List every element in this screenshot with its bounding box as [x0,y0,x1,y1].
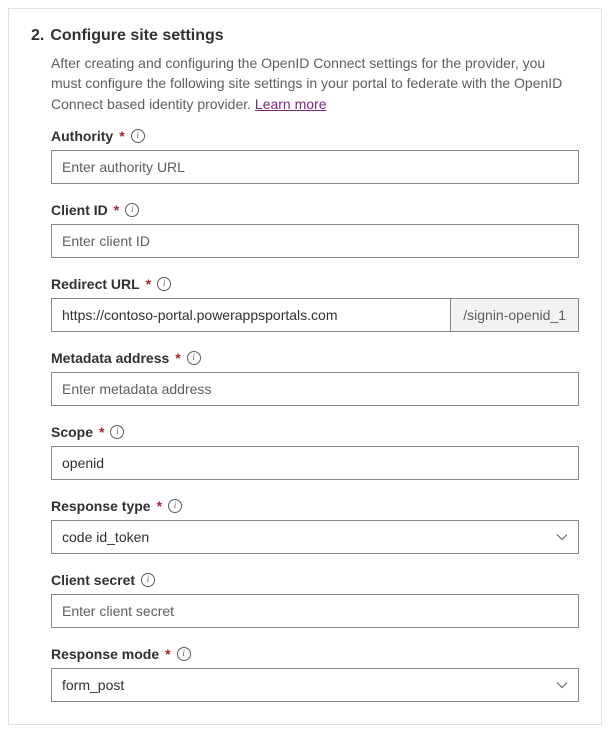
client-id-input[interactable] [51,224,579,258]
info-icon[interactable]: i [125,203,139,217]
step-title: Configure site settings [50,27,223,45]
metadata-address-field: Metadata address * i [51,350,579,406]
metadata-address-input[interactable] [51,372,579,406]
redirect-url-field: Redirect URL * i /signin-openid_1 [51,276,579,332]
info-icon[interactable]: i [168,499,182,513]
step-number: 2. [31,27,44,45]
required-marker: * [99,424,104,440]
redirect-url-suffix: /signin-openid_1 [450,299,578,331]
info-icon[interactable]: i [110,425,124,439]
configure-site-settings-panel: 2. Configure site settings After creatin… [8,8,602,725]
authority-label: Authority [51,128,113,144]
info-icon[interactable]: i [131,129,145,143]
redirect-url-label: Redirect URL [51,276,140,292]
response-mode-field: Response mode * i form_post [51,646,579,702]
response-type-field: Response type * i code id_token [51,498,579,554]
required-marker: * [146,276,151,292]
client-id-field: Client ID * i [51,202,579,258]
response-type-select[interactable]: code id_token [51,520,579,554]
redirect-url-combo: /signin-openid_1 [51,298,579,332]
client-secret-input[interactable] [51,594,579,628]
client-secret-label: Client secret [51,572,135,588]
response-mode-select[interactable]: form_post [51,668,579,702]
client-id-label: Client ID [51,202,108,218]
required-marker: * [165,646,170,662]
step-description-wrap: After creating and configuring the OpenI… [51,53,579,114]
required-marker: * [157,498,162,514]
required-marker: * [114,202,119,218]
chevron-down-icon [556,531,568,543]
info-icon[interactable]: i [157,277,171,291]
step-header: 2. Configure site settings [31,27,579,45]
authority-field: Authority * i [51,128,579,184]
scope-label: Scope [51,424,93,440]
authority-input[interactable] [51,150,579,184]
learn-more-link[interactable]: Learn more [255,96,327,112]
client-secret-field: Client secret i [51,572,579,628]
info-icon[interactable]: i [187,351,201,365]
response-type-value: code id_token [62,529,149,545]
required-marker: * [119,128,124,144]
fields-container: Authority * i Client ID * i Redirect URL… [51,128,579,702]
required-marker: * [175,350,180,366]
scope-input[interactable] [51,446,579,480]
metadata-address-label: Metadata address [51,350,169,366]
response-type-label: Response type [51,498,151,514]
redirect-url-input[interactable] [52,299,450,331]
chevron-down-icon [556,679,568,691]
info-icon[interactable]: i [141,573,155,587]
response-mode-value: form_post [62,677,124,693]
response-mode-label: Response mode [51,646,159,662]
scope-field: Scope * i [51,424,579,480]
info-icon[interactable]: i [177,647,191,661]
